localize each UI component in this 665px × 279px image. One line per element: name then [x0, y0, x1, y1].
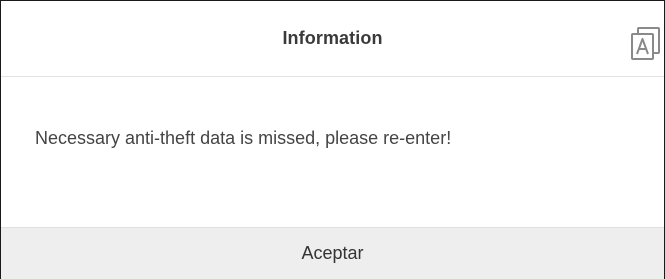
information-dialog: Information Necessary anti-theft data is…: [0, 0, 665, 279]
dialog-message: Necessary anti-theft data is missed, ple…: [35, 128, 452, 148]
dialog-title: Information: [282, 28, 383, 48]
dialog-header: Information: [1, 1, 664, 77]
accept-button-label: Aceptar: [301, 243, 364, 263]
translate-icon[interactable]: [631, 27, 661, 61]
accept-button[interactable]: Aceptar: [1, 227, 664, 279]
translate-icon-graphic: [631, 27, 660, 60]
dialog-body: Necessary anti-theft data is missed, ple…: [1, 77, 664, 227]
